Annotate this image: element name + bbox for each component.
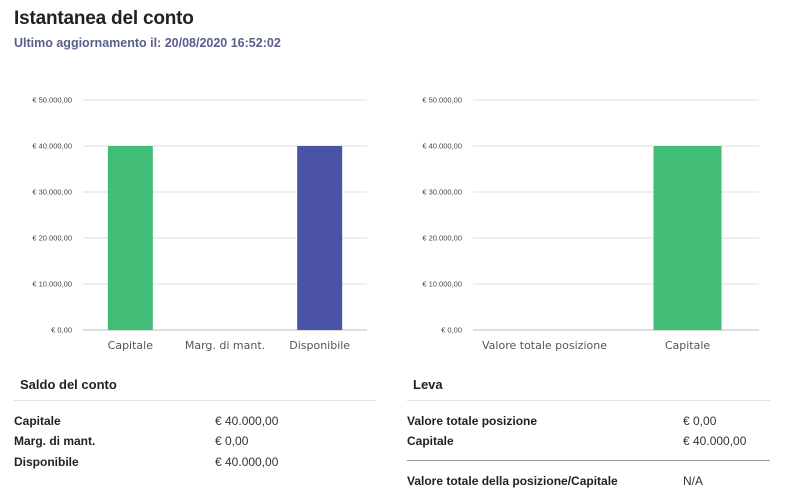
- bar-capitale[interactable]: [653, 146, 722, 330]
- leverage-ratio-value: N/A: [683, 474, 704, 488]
- y-tick-label: € 30.000,00: [422, 188, 462, 197]
- leverage-chart: € 0,00 € 10.000,00 € 20.000,00 € 30.000,00 €…: [395, 88, 775, 358]
- leverage-ratio-label: Valore totale della posizione/Capitale: [407, 474, 618, 488]
- leverage-row-label-capital: Capitale: [407, 434, 454, 448]
- account-balance-panel: Saldo del conto Capitale € 40.000,00 Mar…: [0, 0, 390, 499]
- balance-row-label-maintenance-margin: Marg. di mant.: [14, 434, 96, 448]
- balance-row-value-maintenance-margin: € 0,00: [215, 434, 249, 448]
- leverage-ratio-divider: [407, 460, 770, 461]
- category-label: Valore totale posizione: [482, 339, 607, 352]
- y-tick-label: € 20.000,00: [422, 234, 462, 243]
- account-balance-divider: [14, 400, 376, 401]
- leverage-row-value-position-value: € 0,00: [683, 414, 717, 428]
- y-tick-label: € 0,00: [441, 326, 462, 335]
- balance-row-label-capital: Capitale: [14, 414, 61, 428]
- leverage-row-label-position-value: Valore totale posizione: [407, 414, 538, 428]
- category-label: Capitale: [665, 339, 711, 352]
- account-balance-title: Saldo del conto: [20, 377, 117, 392]
- y-tick-label: € 40.000,00: [422, 142, 462, 151]
- balance-row-value-available: € 40.000,00: [215, 455, 279, 469]
- leverage-divider: [407, 400, 770, 401]
- balance-row-value-capital: € 40.000,00: [215, 414, 279, 428]
- y-tick-label: € 50.000,00: [422, 96, 462, 105]
- y-tick-label: € 10.000,00: [422, 280, 462, 289]
- leverage-title: Leva: [413, 377, 443, 392]
- leverage-row-value-capital: € 40.000,00: [683, 434, 747, 448]
- balance-row-label-available: Disponibile: [14, 455, 79, 469]
- leverage-chart-svg: € 0,00 € 10.000,00 € 20.000,00 € 30.000,00 €…: [422, 96, 759, 352]
